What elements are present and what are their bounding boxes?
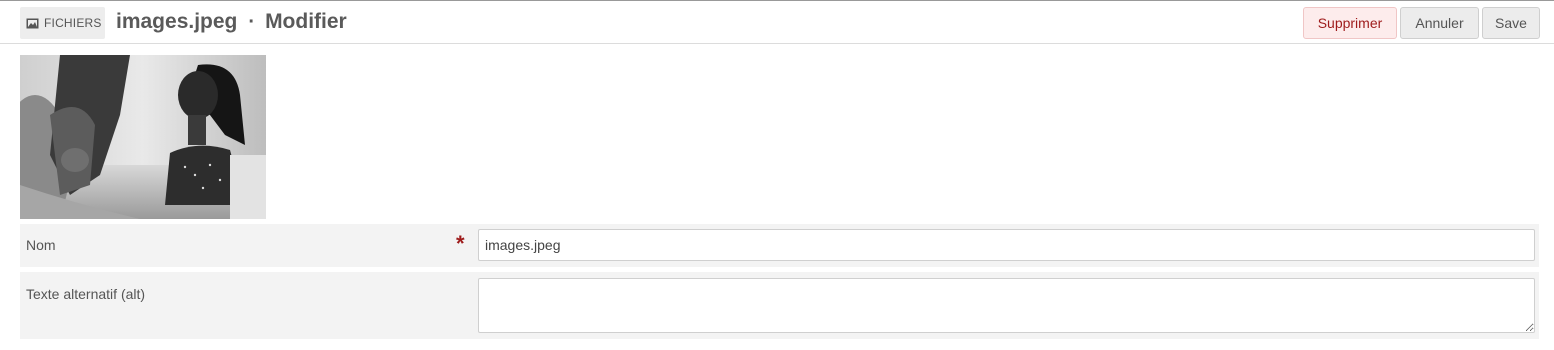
breadcrumb-files[interactable]: FICHIERS — [20, 7, 105, 39]
image-preview — [20, 55, 266, 219]
alt-text-label: Texte alternatif (alt) — [26, 286, 146, 302]
required-marker: * — [456, 231, 465, 256]
page-header: FICHIERS images.jpeg · Modifier Supprime… — [0, 1, 1554, 44]
name-label: Nom — [26, 237, 56, 253]
file-name: images.jpeg — [116, 10, 238, 33]
title-separator: · — [248, 10, 256, 33]
save-button[interactable]: Save — [1482, 7, 1540, 39]
name-input[interactable] — [478, 229, 1535, 261]
page-action: Modifier — [265, 10, 347, 33]
page-title: images.jpeg · Modifier — [116, 10, 347, 34]
field-name-row: Nom * — [20, 224, 1539, 267]
breadcrumb-label: FICHIERS — [44, 16, 102, 30]
image-icon — [26, 18, 39, 28]
delete-button[interactable]: Supprimer — [1303, 7, 1397, 39]
image-preview-graphic — [20, 55, 266, 219]
field-alt-row: Texte alternatif (alt) — [20, 272, 1539, 339]
alt-text-textarea[interactable] — [478, 278, 1535, 333]
cancel-button[interactable]: Annuler — [1400, 7, 1479, 39]
